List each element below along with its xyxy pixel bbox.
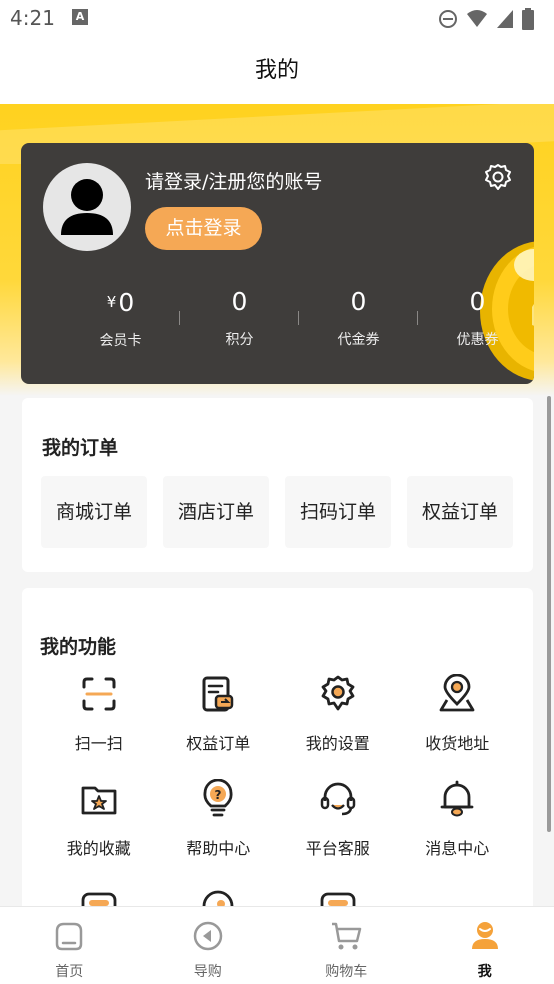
func-address[interactable]: 收货地址 — [398, 673, 518, 754]
stat-currency: ¥ — [106, 293, 117, 311]
func-label: 我的收藏 — [66, 839, 131, 858]
tab-label: 购物车 — [325, 964, 368, 980]
func-label: 权益订单 — [186, 734, 251, 753]
avatar[interactable] — [43, 163, 131, 251]
login-hint[interactable]: 请登录/注册您的账号 — [145, 167, 322, 194]
order-tile-benefit[interactable]: 权益订单 — [407, 476, 513, 548]
stat-label: 优惠券 — [456, 332, 499, 348]
svg-text:?: ? — [215, 788, 222, 802]
stat-value: 0 — [118, 288, 135, 317]
tab-guide[interactable]: 导购 — [139, 907, 278, 984]
orders-section: 我的订单 商城订单 酒店订单 扫码订单 权益订单 — [22, 398, 533, 572]
func-label: 平台客服 — [305, 839, 370, 858]
tab-label: 首页 — [55, 964, 84, 980]
func-benefit-order[interactable]: 权益订单 — [159, 674, 279, 754]
stat-value: 0 — [231, 287, 248, 316]
location-icon — [439, 673, 475, 712]
notification-icon: A — [72, 9, 88, 25]
func-favorites[interactable]: 我的收藏 — [39, 779, 159, 859]
wifi-icon — [467, 10, 487, 27]
signal-icon — [497, 10, 513, 28]
scan-icon — [82, 677, 116, 711]
tab-label: 导购 — [193, 964, 222, 980]
status-icons — [438, 8, 534, 30]
bell-icon — [440, 780, 474, 817]
battery-icon — [522, 8, 534, 30]
func-label: 消息中心 — [425, 839, 490, 858]
login-button[interactable]: 点击登录 — [145, 207, 262, 250]
tab-me[interactable]: 我 — [416, 907, 554, 984]
default-avatar-icon — [61, 179, 113, 235]
benefit-order-icon — [202, 676, 234, 712]
func-label: 帮助中心 — [186, 839, 251, 858]
functions-grid: 扫一扫 权益订单 我的设置 收货地址 我的收藏 ? 帮助中心 平台客服 消息中心 — [39, 673, 518, 918]
order-tiles: 商城订单 酒店订单 扫码订单 权益订单 — [41, 476, 513, 548]
stat-label: 代金券 — [337, 332, 380, 348]
order-tile-mall[interactable]: 商城订单 — [41, 476, 147, 548]
stat-member-card[interactable]: ¥0 会员卡 — [61, 287, 180, 357]
func-customer-service[interactable]: 平台客服 — [278, 779, 398, 859]
guide-icon — [193, 921, 222, 951]
stat-value: 0 — [469, 287, 486, 316]
func-label: 扫一扫 — [74, 734, 123, 753]
stat-label: 积分 — [225, 332, 254, 348]
title-bar: 我的 — [0, 38, 554, 104]
func-label: 收货地址 — [425, 734, 490, 753]
tab-label: 我 — [477, 964, 492, 980]
func-settings[interactable]: 我的设置 — [278, 674, 398, 754]
member-stats: ¥0 会员卡 0 积分 0 代金券 0 优惠券 — [61, 287, 534, 357]
functions-section: 我的功能 扫一扫 权益订单 我的设置 收货地址 我的收藏 ? 帮助中心 平台客服… — [22, 588, 533, 918]
functions-title: 我的功能 — [40, 636, 117, 658]
func-messages[interactable]: 消息中心 — [398, 779, 518, 859]
func-scan[interactable]: 扫一扫 — [39, 674, 159, 754]
func-label: 我的设置 — [305, 734, 370, 753]
order-tile-hotel[interactable]: 酒店订单 — [163, 476, 269, 548]
tab-cart[interactable]: 购物车 — [277, 907, 416, 984]
stat-label: 会员卡 — [99, 333, 142, 349]
help-bulb-icon: ? — [203, 778, 233, 817]
bottom-tab-bar: 首页 导购 购物车 我 — [0, 906, 554, 984]
stat-points[interactable]: 0 积分 — [180, 287, 299, 357]
customer-service-icon — [320, 782, 355, 816]
profile-icon — [471, 922, 498, 949]
tab-home[interactable]: 首页 — [0, 907, 139, 984]
page-title: 我的 — [254, 58, 299, 83]
stat-coupons[interactable]: 0 优惠券 — [418, 287, 534, 357]
status-time: 4:21 — [10, 6, 55, 30]
stat-value: 0 — [350, 287, 367, 316]
func-help[interactable]: ? 帮助中心 — [159, 778, 279, 859]
orders-title: 我的订单 — [42, 437, 119, 459]
stat-vouchers[interactable]: 0 代金券 — [299, 287, 418, 357]
cart-icon — [332, 922, 362, 950]
settings-icon — [321, 675, 355, 711]
scrollbar[interactable] — [547, 396, 551, 832]
favorites-folder-icon — [81, 786, 117, 815]
status-bar: 4:21 A — [0, 0, 554, 38]
home-icon — [56, 922, 83, 951]
dnd-icon — [439, 10, 457, 28]
gear-icon[interactable] — [484, 163, 512, 191]
order-tile-scan[interactable]: 扫码订单 — [285, 476, 391, 548]
member-card: 请登录/注册您的账号 点击登录 ¥0 会员卡 0 积分 0 代金券 0 优惠券 — [21, 143, 534, 384]
